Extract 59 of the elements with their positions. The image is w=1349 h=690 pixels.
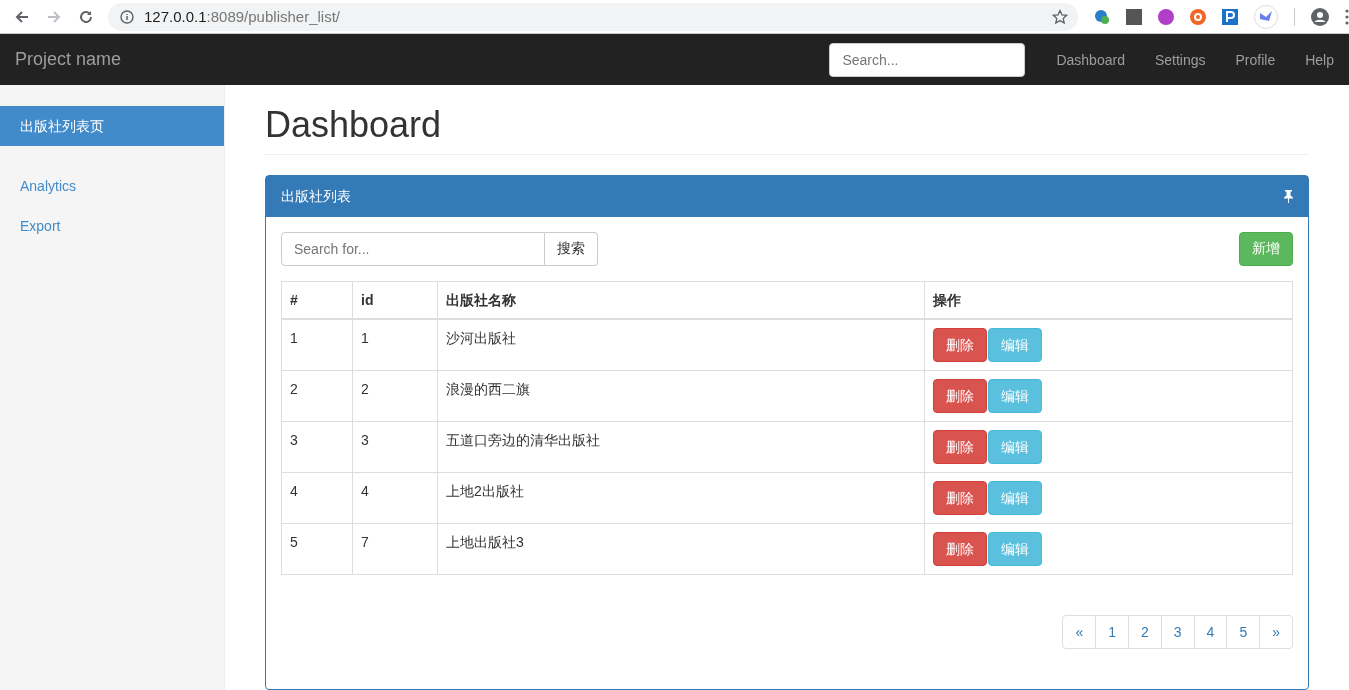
delete-button[interactable]: 删除 xyxy=(933,481,987,515)
table-cell: 上地2出版社 xyxy=(437,472,925,524)
sidebar-item[interactable]: Export xyxy=(0,206,224,246)
nav-link[interactable]: Profile xyxy=(1220,51,1291,68)
delete-button[interactable]: 删除 xyxy=(933,328,987,362)
table-cell: 5 xyxy=(281,523,353,575)
circle-icon[interactable] xyxy=(1158,8,1174,25)
panel-title: 出版社列表 xyxy=(281,187,351,206)
search-field[interactable]: Search for... xyxy=(281,232,545,266)
square-icon[interactable] xyxy=(1126,8,1142,25)
star-icon[interactable] xyxy=(1052,8,1068,25)
table-cell: 2 xyxy=(281,370,353,422)
table-cell: 上地出版社3 xyxy=(437,523,925,575)
nav-link[interactable]: Help xyxy=(1290,51,1349,68)
column-header: id xyxy=(352,281,438,319)
bird-icon[interactable] xyxy=(1254,4,1278,29)
url-text: 127.0.0.1:8089/publisher_list/ xyxy=(144,8,341,25)
table-cell: 浪漫的西二旗 xyxy=(437,370,925,422)
table-cell: 4 xyxy=(352,472,438,524)
square-icon[interactable] xyxy=(1222,8,1238,25)
page-link[interactable]: » xyxy=(1259,615,1293,649)
delete-button[interactable]: 删除 xyxy=(933,430,987,464)
table-cell: 3 xyxy=(352,421,438,473)
search-button[interactable]: 搜索 xyxy=(545,232,598,266)
column-header: 操作 xyxy=(924,281,1293,319)
pin-icon[interactable] xyxy=(1284,190,1293,203)
table-cell: 沙河出版社 xyxy=(437,319,925,371)
column-header: # xyxy=(281,281,353,319)
menu-icon[interactable] xyxy=(1345,8,1349,25)
page-link[interactable]: 1 xyxy=(1095,615,1129,649)
info-icon[interactable] xyxy=(120,9,134,24)
page-link[interactable]: « xyxy=(1062,615,1097,649)
nav-link[interactable]: Dashboard xyxy=(1041,51,1140,68)
sidebar-item[interactable]: 出版社列表页 xyxy=(0,106,224,146)
account-icon[interactable] xyxy=(1311,7,1329,26)
page-link[interactable]: 2 xyxy=(1128,615,1162,649)
page-link[interactable]: 3 xyxy=(1160,615,1195,649)
back-icon[interactable] xyxy=(14,8,30,25)
sidebar-item[interactable]: Analytics xyxy=(0,166,224,206)
page-link[interactable]: 5 xyxy=(1226,615,1261,649)
table-cell: 7 xyxy=(352,523,438,575)
table-cell: 4 xyxy=(281,472,353,524)
table-cell: 2 xyxy=(352,370,438,422)
delete-button[interactable]: 删除 xyxy=(933,379,987,413)
table-cell: 1 xyxy=(281,319,353,371)
address-bar[interactable]: 127.0.0.1:8089/publisher_list/ xyxy=(108,2,1078,31)
nav-link[interactable]: Settings xyxy=(1139,51,1221,68)
search-field[interactable]: Search... xyxy=(829,42,1026,77)
page-title: Dashboard xyxy=(265,105,1309,155)
table-cell: 1 xyxy=(352,319,438,371)
lifebuoy-icon[interactable] xyxy=(1190,8,1206,25)
page-link[interactable]: 4 xyxy=(1193,615,1228,649)
column-header: 出版社名称 xyxy=(437,281,925,319)
delete-button[interactable]: 删除 xyxy=(933,532,987,566)
reload-icon[interactable] xyxy=(78,8,94,25)
table-cell: 五道口旁边的清华出版社 xyxy=(437,421,925,473)
add-button[interactable]: 新增 xyxy=(1239,232,1293,266)
brand-link[interactable]: Project name xyxy=(0,49,122,70)
table-cell: 3 xyxy=(281,421,353,473)
